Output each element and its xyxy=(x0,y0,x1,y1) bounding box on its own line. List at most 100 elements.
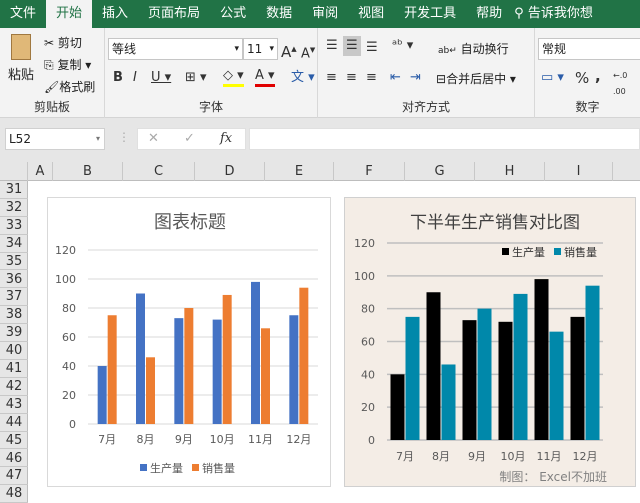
name-box[interactable]: L52 ▾ xyxy=(5,128,105,150)
copy-button[interactable]: ⎘ 复制 ▾ xyxy=(44,56,91,73)
decrease-indent-icon[interactable]: ⇤ xyxy=(390,70,401,86)
legend-label: 销售量 xyxy=(202,461,235,475)
formula-input[interactable] xyxy=(249,128,640,150)
row-header[interactable]: 31 xyxy=(0,181,28,199)
row-header[interactable]: 36 xyxy=(0,271,28,289)
row-header[interactable]: 47 xyxy=(0,467,28,486)
row-header[interactable]: 43 xyxy=(0,396,28,414)
tab-view[interactable]: 视图 xyxy=(348,0,394,28)
column-header[interactable]: A xyxy=(28,162,53,181)
row-header[interactable]: 32 xyxy=(0,199,28,217)
insert-function-icon[interactable]: fx xyxy=(220,131,232,147)
column-header[interactable]: G xyxy=(405,162,475,181)
bar-sales xyxy=(513,293,528,440)
comma-icon[interactable]: , xyxy=(595,68,601,84)
row-header[interactable]: 41 xyxy=(0,360,28,378)
tab-developer[interactable]: 开发工具 xyxy=(394,0,466,28)
copy-label: 复制 xyxy=(57,58,82,72)
column-header[interactable]: I xyxy=(545,162,613,181)
merge-center-button[interactable]: ⊟合并后居中 ▾ xyxy=(436,70,516,87)
bar-production xyxy=(212,319,222,424)
tab-review[interactable]: 审阅 xyxy=(302,0,348,28)
y-tick-label: 60 xyxy=(361,336,375,349)
column-header[interactable]: D xyxy=(195,162,265,181)
underline-icon[interactable]: U ▾ xyxy=(151,70,171,86)
legend-label: 生产量 xyxy=(512,245,545,259)
y-tick-label: 100 xyxy=(354,270,375,283)
column-header[interactable]: F xyxy=(334,162,405,181)
tab-home[interactable]: 开始 xyxy=(46,0,93,28)
tab-help[interactable]: 帮助 xyxy=(466,0,512,28)
column-header[interactable]: C xyxy=(123,162,195,181)
number-format-select[interactable]: 常规 xyxy=(538,38,640,60)
column-header[interactable]: B xyxy=(53,162,123,181)
chart-2[interactable]: 下半年生产销售对比图 0 20 40 60 80 100 120 7月 8月 9月 10月 11月 12月… xyxy=(344,197,636,487)
legend-swatch xyxy=(554,248,561,255)
border-icon[interactable]: ⊞ ▾ xyxy=(185,70,207,86)
clipboard-group: 粘贴 ✂ 剪切 ⎘ 复制 ▾ 🖌格式刷 剪贴板 xyxy=(0,28,105,118)
bar-sales xyxy=(299,287,309,424)
wrap-text-button[interactable]: ab↵ 自动换行 xyxy=(438,40,509,57)
tab-file[interactable]: 文件 xyxy=(0,0,46,28)
x-tick-label: 10月 xyxy=(210,433,235,446)
row-header[interactable]: 40 xyxy=(0,342,28,360)
bar-production xyxy=(462,320,477,440)
select-all[interactable] xyxy=(0,162,28,181)
column-header[interactable]: E xyxy=(265,162,334,181)
row-header[interactable]: 33 xyxy=(0,217,28,235)
increase-font-icon[interactable]: A▲ xyxy=(281,41,297,60)
tab-formulas[interactable]: 公式 xyxy=(210,0,256,28)
column-header[interactable]: H xyxy=(475,162,545,181)
row-header[interactable]: 37 xyxy=(0,288,28,307)
tell-me-search[interactable]: ⚲ 告诉我你想 xyxy=(512,0,603,28)
tab-data[interactable]: 数据 xyxy=(256,0,302,28)
align-center-icon[interactable]: ≡ xyxy=(346,70,357,86)
percent-icon[interactable]: % xyxy=(575,70,589,86)
enter-icon[interactable]: ✓ xyxy=(184,131,195,147)
bold-icon[interactable]: B xyxy=(113,70,123,86)
row-header[interactable]: 45 xyxy=(0,432,28,450)
row-header[interactable]: 38 xyxy=(0,306,28,325)
format-painter-button[interactable]: 🖌格式刷 xyxy=(44,78,95,95)
row-header[interactable]: 48 xyxy=(0,485,28,503)
tab-page-layout[interactable]: 页面布局 xyxy=(138,0,210,28)
x-tick-label: 7月 xyxy=(396,450,414,463)
italic-icon[interactable]: I xyxy=(133,70,137,86)
cancel-icon[interactable]: ✕ xyxy=(148,131,159,147)
legend-swatch xyxy=(502,248,509,255)
tab-insert[interactable]: 插入 xyxy=(92,0,138,28)
increase-indent-icon[interactable]: ⇥ xyxy=(410,70,421,86)
font-size-select[interactable]: 11 ▾ xyxy=(243,38,278,60)
currency-icon[interactable]: ▭ ▾ xyxy=(541,70,564,86)
cut-button[interactable]: ✂ 剪切 xyxy=(44,34,82,51)
y-tick-label: 0 xyxy=(69,418,76,431)
row-header[interactable]: 34 xyxy=(0,235,28,253)
paste-button[interactable]: 粘贴 xyxy=(6,34,36,94)
alignment-group-label: 对齐方式 xyxy=(401,100,450,114)
decrease-font-icon[interactable]: A▼ xyxy=(301,42,315,62)
brush-icon: 🖌 xyxy=(44,80,60,94)
row-header[interactable]: 42 xyxy=(0,378,28,396)
align-middle-icon[interactable]: ☰ xyxy=(343,36,361,56)
x-tick-label: 11月 xyxy=(248,433,273,446)
orientation-icon[interactable]: ᵃᵇ ▾ xyxy=(392,38,413,54)
y-tick-label: 120 xyxy=(354,237,375,250)
font-color-icon[interactable]: A ▾ xyxy=(255,68,275,87)
increase-decimal-icon[interactable]: ←.0.00 xyxy=(613,68,627,100)
align-left-icon[interactable]: ≡ xyxy=(326,70,337,86)
phonetic-icon[interactable]: 文 ▾ xyxy=(291,70,315,86)
y-tick-label: 40 xyxy=(361,368,375,381)
align-bottom-icon[interactable]: ☰ xyxy=(366,40,378,56)
align-right-icon[interactable]: ≡ xyxy=(366,70,377,86)
chart-1[interactable]: 图表标题 0 20 40 60 80 100 120 7月 8月 9月 10月 11月 12月 生产量 销售量 xyxy=(47,197,331,487)
row-header[interactable]: 39 xyxy=(0,324,28,343)
row-header[interactable]: 44 xyxy=(0,414,28,432)
fill-color-icon[interactable]: ◇ ▾ xyxy=(223,68,244,87)
row-header[interactable]: 46 xyxy=(0,450,28,468)
align-top-icon[interactable]: ☰ xyxy=(326,38,338,54)
y-tick-label: 80 xyxy=(62,302,76,315)
font-name-select[interactable]: 等线 ▾ xyxy=(108,38,243,60)
number-format-value: 常规 xyxy=(542,42,567,56)
bar-production xyxy=(289,315,299,424)
row-header[interactable]: 35 xyxy=(0,253,28,271)
